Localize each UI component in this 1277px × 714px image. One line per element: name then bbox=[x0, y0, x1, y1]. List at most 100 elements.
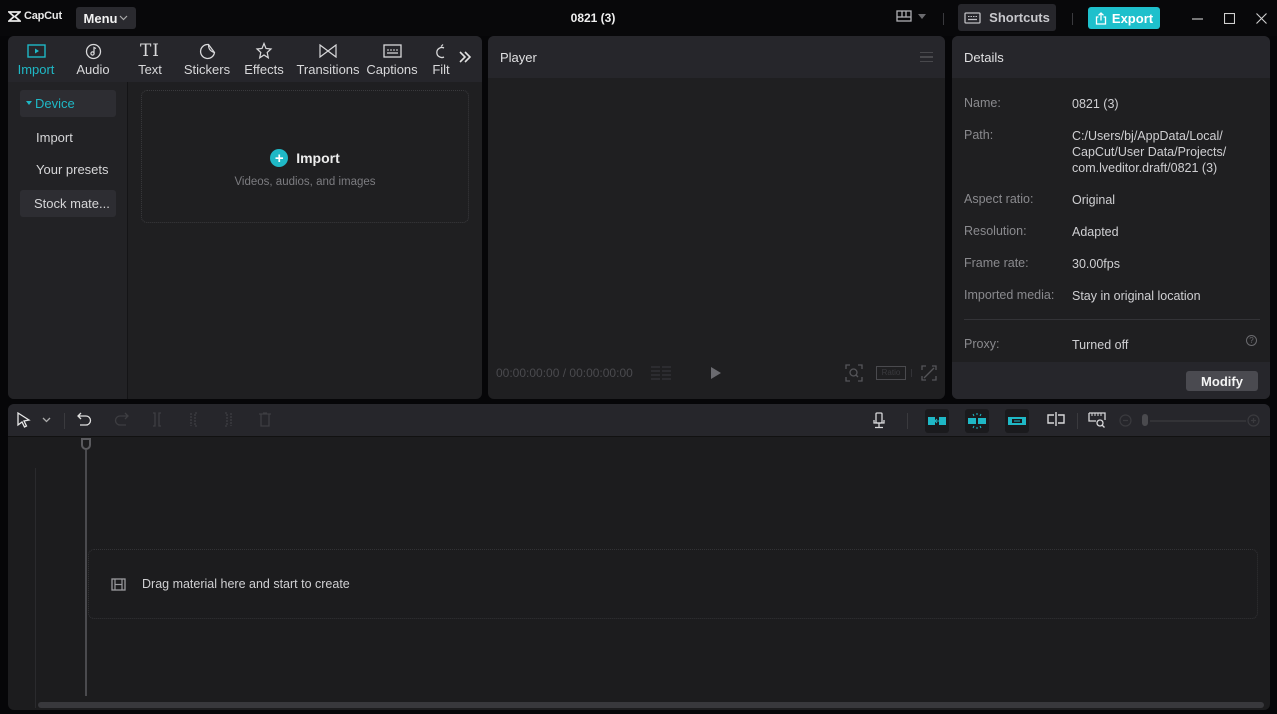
auto-snap-toggle[interactable] bbox=[965, 409, 989, 433]
preview-axis-toggle[interactable] bbox=[1047, 412, 1065, 426]
tab-effects[interactable]: Effects bbox=[242, 40, 286, 77]
tab-label: Captions bbox=[366, 62, 418, 77]
zoom-fit-icon[interactable] bbox=[845, 364, 863, 382]
microphone-icon bbox=[873, 412, 885, 429]
detail-key: Name: bbox=[964, 96, 1001, 110]
divider bbox=[1077, 413, 1078, 429]
sidebar-item-device[interactable]: Device bbox=[20, 90, 116, 117]
detail-key: Path: bbox=[964, 128, 994, 142]
tab-captions[interactable]: Captions bbox=[366, 40, 418, 77]
detail-key: Imported media: bbox=[964, 288, 1055, 302]
chevron-down-icon bbox=[42, 417, 51, 423]
detail-value: Turned off bbox=[1072, 338, 1129, 352]
maximize-button[interactable] bbox=[1219, 8, 1239, 28]
export-button[interactable]: Export bbox=[1088, 7, 1160, 29]
delete-right-button[interactable] bbox=[222, 412, 236, 427]
audio-icon bbox=[85, 43, 101, 59]
delete-left-button[interactable] bbox=[186, 412, 200, 427]
sidebar-item-import[interactable]: Import bbox=[20, 124, 116, 151]
sidebar-label: Device bbox=[35, 96, 75, 111]
redo-icon bbox=[114, 412, 129, 426]
tab-audio[interactable]: Audio bbox=[72, 40, 114, 77]
tab-stickers[interactable]: Stickers bbox=[182, 40, 232, 77]
sidebar-item-your-presets[interactable]: Your presets bbox=[20, 156, 116, 183]
playhead[interactable] bbox=[85, 450, 87, 696]
grid-icon[interactable] bbox=[650, 365, 672, 381]
detail-value: 0821 (3) bbox=[1072, 97, 1119, 111]
record-audio-button[interactable] bbox=[872, 412, 886, 429]
player-menu-icon[interactable] bbox=[920, 51, 933, 63]
minimize-button[interactable] bbox=[1187, 8, 1207, 28]
path-line: C:/Users/bj/AppData/Local/ bbox=[1072, 129, 1223, 143]
timeline-drop-zone[interactable]: Drag material here and start to create bbox=[88, 549, 1258, 619]
path-line: CapCut/User Data/Projects/ bbox=[1072, 145, 1227, 159]
tab-transitions[interactable]: Transitions bbox=[296, 40, 360, 77]
divider bbox=[64, 413, 65, 429]
sidebar-label: Your presets bbox=[36, 162, 109, 177]
sidebar-item-stock-material[interactable]: Stock mate... bbox=[20, 190, 116, 217]
import-hint: Videos, audios, and images bbox=[234, 176, 376, 188]
zoom-out-icon bbox=[1119, 414, 1132, 427]
export-label: Export bbox=[1111, 10, 1154, 26]
detail-value: Original bbox=[1072, 193, 1116, 207]
import-drop-zone[interactable]: + Import Videos, audios, and images bbox=[141, 90, 469, 223]
details-header: Details bbox=[952, 36, 1270, 78]
timeline-toolbar bbox=[8, 404, 1270, 437]
detail-key: Proxy: bbox=[964, 337, 1000, 351]
media-panel: Import Audio TI Text Stickers Effects Tr… bbox=[8, 36, 482, 399]
timecode: 00:00:00:00 / 00:00:00:00 bbox=[496, 366, 633, 380]
redo-button[interactable] bbox=[114, 412, 129, 427]
zoom-out-button[interactable] bbox=[1119, 414, 1132, 427]
import-label: Import bbox=[296, 150, 340, 166]
track-header-divider bbox=[35, 468, 36, 708]
more-tabs-button[interactable] bbox=[458, 50, 472, 69]
export-icon bbox=[1095, 11, 1107, 25]
split-button[interactable] bbox=[150, 412, 164, 427]
undo-button[interactable] bbox=[77, 412, 92, 427]
shortcuts-button[interactable]: Shortcuts bbox=[958, 4, 1056, 31]
detail-row-path: Path: C:/Users/bj/AppData/Local/ CapCut/… bbox=[964, 128, 1226, 176]
transitions-icon bbox=[319, 44, 337, 58]
zoom-in-button[interactable] bbox=[1247, 414, 1260, 427]
detail-value: C:/Users/bj/AppData/Local/ CapCut/User D… bbox=[1072, 128, 1226, 176]
player-panel: Player 00:00:00:00 / 00:00:00:00 Ratio bbox=[488, 36, 945, 399]
zoom-slider-handle[interactable] bbox=[1142, 414, 1148, 426]
close-button[interactable] bbox=[1251, 8, 1271, 28]
detail-value: Adapted bbox=[1072, 225, 1119, 239]
horizontal-scrollbar[interactable] bbox=[38, 702, 1264, 708]
main-track-magnet-toggle[interactable] bbox=[925, 409, 949, 433]
playhead-handle[interactable] bbox=[81, 438, 91, 450]
select-tool-button[interactable] bbox=[16, 412, 31, 428]
path-line: com.lveditor.draft/0821 (3) bbox=[1072, 161, 1218, 175]
ratio-button[interactable]: Ratio bbox=[876, 366, 906, 380]
tab-label: Transitions bbox=[296, 62, 360, 77]
zoom-to-fit-button[interactable] bbox=[1088, 412, 1106, 428]
linkage-toggle[interactable] bbox=[1005, 409, 1029, 433]
delete-button[interactable] bbox=[258, 412, 272, 427]
snap-icon bbox=[968, 413, 986, 429]
sidebar-label: Import bbox=[36, 130, 73, 145]
trim-right-icon bbox=[225, 412, 232, 427]
tab-filters[interactable]: Filt bbox=[430, 40, 452, 77]
select-tool-dropdown[interactable] bbox=[42, 417, 51, 423]
fullscreen-icon[interactable] bbox=[921, 365, 937, 381]
divider bbox=[1072, 13, 1073, 25]
import-button[interactable]: + Import bbox=[142, 149, 468, 167]
close-icon bbox=[1255, 12, 1267, 24]
player-header: Player bbox=[488, 36, 945, 78]
divider bbox=[943, 13, 944, 25]
effects-icon bbox=[255, 42, 273, 60]
tab-import[interactable]: Import bbox=[14, 40, 58, 77]
import-icon bbox=[26, 43, 46, 58]
detail-row-proxy: Proxy: Turned off bbox=[964, 337, 1128, 353]
tab-text[interactable]: TI Text bbox=[132, 40, 168, 77]
caret-down-icon bbox=[26, 101, 32, 105]
film-icon bbox=[111, 577, 126, 591]
help-icon[interactable]: ? bbox=[1246, 335, 1257, 346]
modify-button[interactable]: Modify bbox=[1186, 371, 1258, 391]
play-button[interactable] bbox=[711, 367, 721, 379]
layout-button[interactable] bbox=[896, 10, 926, 22]
zoom-slider-track[interactable] bbox=[1150, 420, 1246, 422]
stickers-icon bbox=[199, 43, 215, 59]
double-chevron-right-icon bbox=[459, 51, 472, 63]
